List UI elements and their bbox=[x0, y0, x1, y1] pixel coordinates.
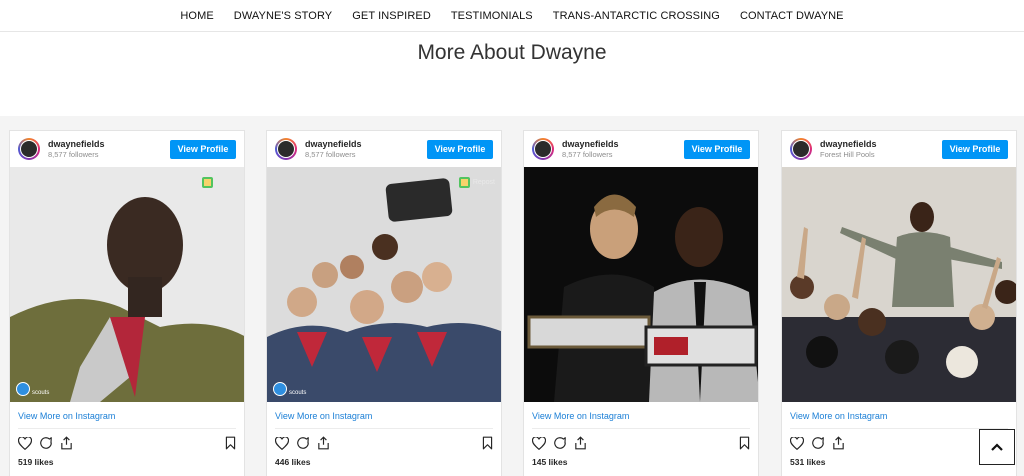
post-subtitle: 8,577 followers bbox=[305, 149, 356, 159]
view-more-on-instagram-link[interactable]: View More on Instagram bbox=[524, 402, 758, 428]
scouts-watermark: scouts bbox=[16, 382, 49, 396]
post-actions bbox=[267, 429, 501, 457]
post-actions bbox=[10, 429, 244, 457]
comment-icon[interactable] bbox=[296, 436, 310, 450]
top-navigation: HOME DWAYNE'S STORY GET INSPIRED TESTIMO… bbox=[0, 0, 1024, 32]
nav-home[interactable]: HOME bbox=[170, 10, 223, 22]
post-header: dwaynefields 8,577 followers View Profil… bbox=[524, 131, 758, 167]
post-image-portrait bbox=[10, 167, 244, 402]
comment-icon[interactable] bbox=[553, 436, 567, 450]
bookmark-icon[interactable] bbox=[225, 436, 236, 450]
heart-icon[interactable] bbox=[275, 436, 289, 450]
scroll-to-top-button[interactable] bbox=[979, 429, 1015, 465]
repost-badge: Repost bbox=[201, 177, 238, 188]
avatar[interactable] bbox=[532, 138, 554, 160]
post-photo[interactable]: Repost scouts bbox=[10, 167, 244, 402]
view-profile-button[interactable]: View Profile bbox=[427, 140, 493, 159]
comment-icon[interactable] bbox=[39, 436, 53, 450]
post-username[interactable]: dwaynefields bbox=[562, 139, 619, 149]
instagram-post: dwaynefields Forest Hill Pools View Prof… bbox=[781, 130, 1017, 476]
post-username[interactable]: dwaynefields bbox=[820, 139, 877, 149]
post-location[interactable]: Forest Hill Pools bbox=[820, 150, 877, 160]
share-icon[interactable] bbox=[574, 436, 587, 450]
comment-icon[interactable] bbox=[811, 436, 825, 450]
nav-dwaynes-story[interactable]: DWAYNE'S STORY bbox=[224, 10, 342, 22]
bookmark-icon[interactable] bbox=[482, 436, 493, 450]
view-more-on-instagram-link[interactable]: View More on Instagram bbox=[267, 402, 501, 428]
likes-count: 519 likes bbox=[18, 457, 54, 467]
heart-icon[interactable] bbox=[790, 436, 804, 450]
post-image-award bbox=[524, 167, 758, 402]
heart-icon[interactable] bbox=[532, 436, 546, 450]
view-profile-button[interactable]: View Profile bbox=[170, 140, 236, 159]
scouts-watermark: scouts bbox=[273, 382, 306, 396]
post-header: dwaynefields 8,577 followers View Profil… bbox=[267, 131, 501, 167]
post-header: dwaynefields 8,577 followers View Profil… bbox=[10, 131, 244, 167]
post-photo[interactable] bbox=[782, 167, 1016, 402]
post-header: dwaynefields Forest Hill Pools View Prof… bbox=[782, 131, 1016, 167]
avatar[interactable] bbox=[275, 138, 297, 160]
share-icon[interactable] bbox=[832, 436, 845, 450]
post-subtitle: 8,577 followers bbox=[48, 149, 99, 159]
heart-icon[interactable] bbox=[18, 436, 32, 450]
nav-trans-antarctic-crossing[interactable]: TRANS-ANTARCTIC CROSSING bbox=[543, 10, 730, 22]
scouts-logo-icon bbox=[273, 382, 287, 396]
likes-count: 446 likes bbox=[275, 457, 311, 467]
avatar[interactable] bbox=[790, 138, 812, 160]
nav-testimonials[interactable]: TESTIMONIALS bbox=[441, 10, 543, 22]
chevron-up-icon bbox=[991, 443, 1003, 451]
share-icon[interactable] bbox=[60, 436, 73, 450]
bookmark-icon[interactable] bbox=[739, 436, 750, 450]
instagram-feed: dwaynefields 8,577 followers View Profil… bbox=[0, 116, 1024, 476]
section-title: More About Dwayne bbox=[417, 41, 607, 64]
likes-count: 145 likes bbox=[532, 457, 568, 467]
post-subtitle: 8,577 followers bbox=[562, 149, 613, 159]
repost-badge: Repost bbox=[458, 177, 495, 188]
post-image-group-selfie bbox=[267, 167, 501, 402]
view-more-on-instagram-link[interactable]: View More on Instagram bbox=[782, 402, 1016, 428]
view-profile-button[interactable]: View Profile bbox=[684, 140, 750, 159]
instagram-post: dwaynefields 8,577 followers View Profil… bbox=[266, 130, 502, 476]
post-photo[interactable] bbox=[524, 167, 758, 402]
post-username[interactable]: dwaynefields bbox=[305, 139, 362, 149]
repost-icon bbox=[201, 177, 213, 188]
post-username[interactable]: dwaynefields bbox=[48, 139, 105, 149]
view-profile-button[interactable]: View Profile bbox=[942, 140, 1008, 159]
post-actions bbox=[524, 429, 758, 457]
nav-contact-dwayne[interactable]: CONTACT DWAYNE bbox=[730, 10, 854, 22]
post-image-crowd bbox=[782, 167, 1016, 402]
view-more-on-instagram-link[interactable]: View More on Instagram bbox=[10, 402, 244, 428]
scouts-logo-icon bbox=[16, 382, 30, 396]
avatar[interactable] bbox=[18, 138, 40, 160]
instagram-post: dwaynefields 8,577 followers View Profil… bbox=[523, 130, 759, 476]
nav-get-inspired[interactable]: GET INSPIRED bbox=[342, 10, 441, 22]
post-photo[interactable]: Repost scouts bbox=[267, 167, 501, 402]
share-icon[interactable] bbox=[317, 436, 330, 450]
repost-icon bbox=[458, 177, 470, 188]
instagram-post: dwaynefields 8,577 followers View Profil… bbox=[9, 130, 245, 476]
